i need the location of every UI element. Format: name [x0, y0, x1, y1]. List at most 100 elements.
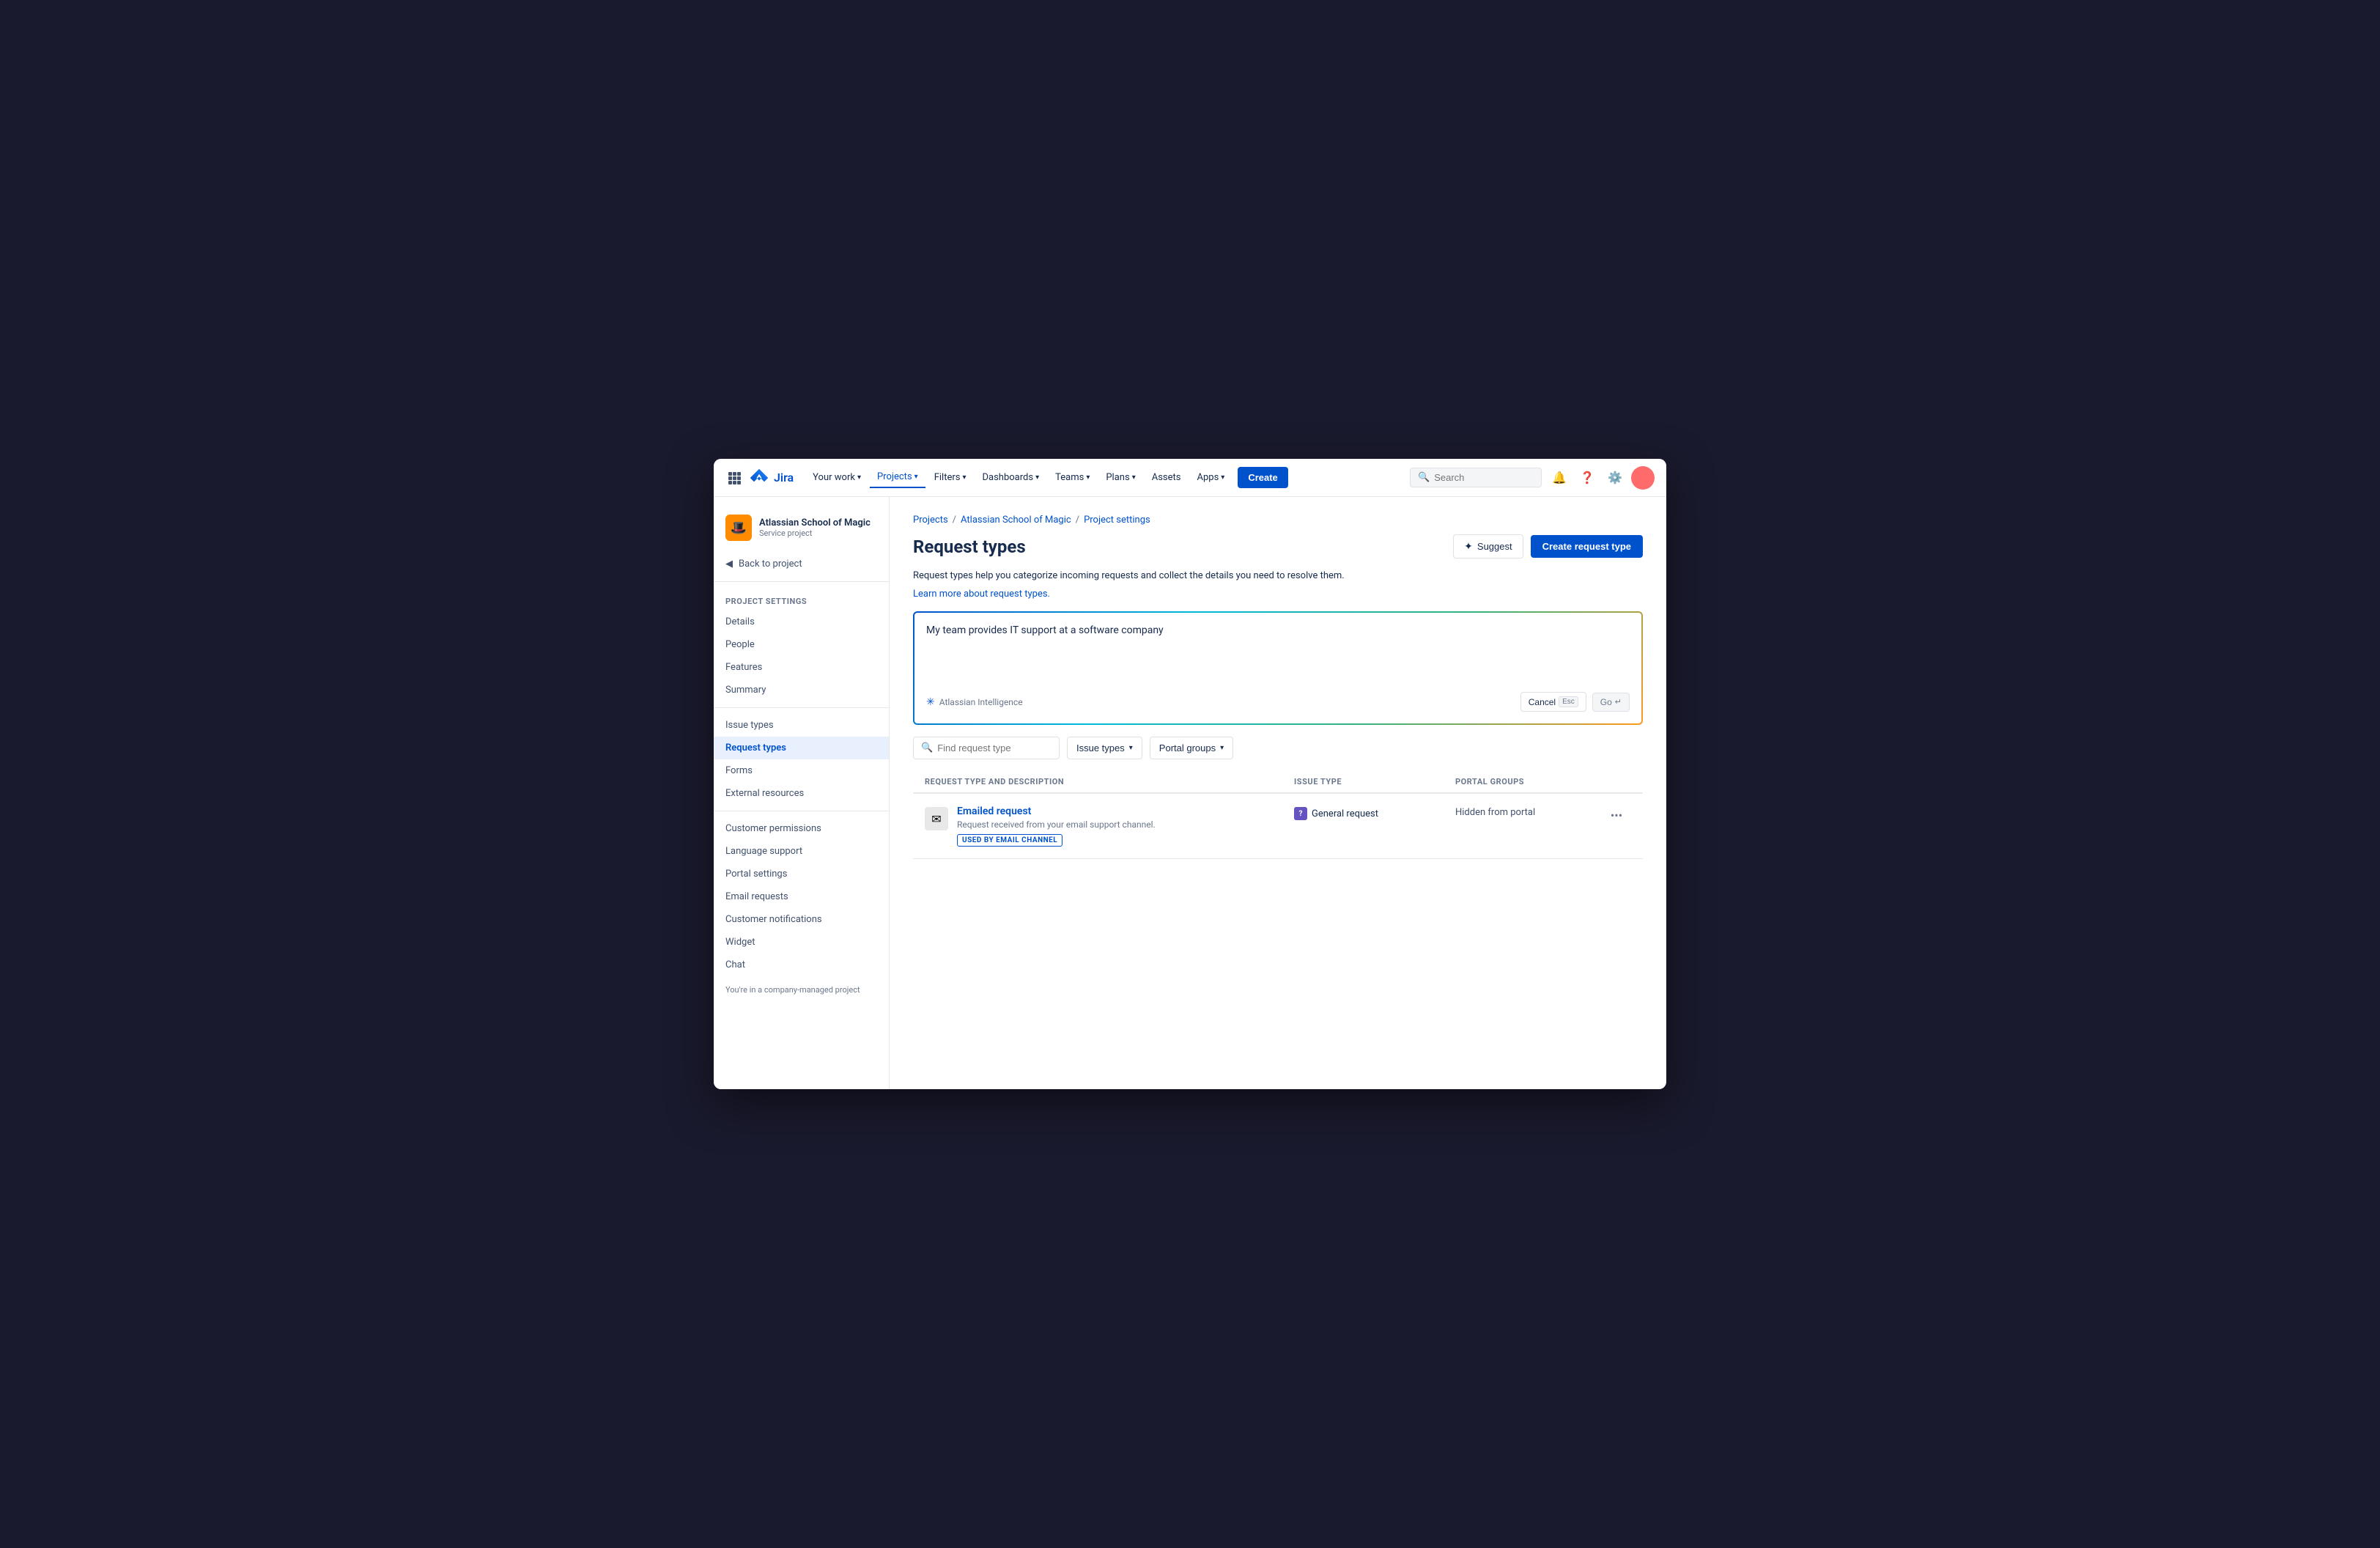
- ai-spinner-icon: ✳: [926, 696, 935, 708]
- email-channel-badge: USED BY EMAIL CHANNEL: [957, 834, 1062, 847]
- request-type-description: Request received from your email support…: [957, 819, 1156, 830]
- chevron-down-icon: ▾: [914, 473, 918, 481]
- search-icon: 🔍: [1418, 472, 1430, 483]
- sidebar-item-customer-notifications[interactable]: Customer notifications: [714, 908, 889, 931]
- portal-groups-dropdown[interactable]: Portal groups ▾: [1150, 737, 1233, 759]
- esc-badge: Esc: [1559, 696, 1578, 707]
- search-icon: 🔍: [921, 742, 933, 753]
- find-request-type-input[interactable]: [937, 742, 1052, 753]
- sidebar-divider: [714, 581, 889, 582]
- search-input[interactable]: [1434, 472, 1534, 483]
- table-row: ✉ Emailed request Request received from …: [913, 794, 1643, 859]
- page-header: Request types ✦ Suggest Create request t…: [913, 534, 1643, 559]
- back-arrow-icon: ◀: [725, 559, 733, 570]
- request-type-info: Emailed request Request received from yo…: [957, 806, 1156, 847]
- sidebar-divider-2: [714, 707, 889, 708]
- request-type-name[interactable]: Emailed request: [957, 806, 1156, 817]
- chevron-down-icon: ▾: [1035, 473, 1039, 482]
- go-button[interactable]: Go ↵: [1592, 693, 1630, 712]
- global-search[interactable]: 🔍: [1410, 468, 1542, 487]
- main-layout: 🎩 Atlassian School of Magic Service proj…: [714, 497, 1666, 1089]
- portal-groups-cell: Hidden from portal: [1455, 806, 1602, 818]
- nav-plans[interactable]: Plans ▾: [1098, 468, 1142, 487]
- project-info: Atlassian School of Magic Service projec…: [759, 517, 871, 538]
- sidebar-item-summary[interactable]: Summary: [714, 679, 889, 701]
- chevron-down-icon: ▾: [1220, 744, 1224, 752]
- jira-logo[interactable]: Jira: [749, 468, 794, 488]
- filters-row: 🔍 Issue types ▾ Portal groups ▾: [913, 737, 1643, 759]
- sidebar-item-email-requests[interactable]: Email requests: [714, 885, 889, 908]
- top-navigation: Jira Your work ▾ Projects ▾ Filters ▾ Da…: [714, 459, 1666, 497]
- page-header-actions: ✦ Suggest Create request type: [1453, 534, 1643, 559]
- sidebar-item-issue-types[interactable]: Issue types: [714, 714, 889, 737]
- sidebar-item-widget[interactable]: Widget: [714, 931, 889, 954]
- app-window: Jira Your work ▾ Projects ▾ Filters ▾ Da…: [714, 459, 1666, 1089]
- sidebar-project: 🎩 Atlassian School of Magic Service proj…: [714, 509, 889, 553]
- chevron-down-icon: ▾: [1221, 473, 1224, 482]
- main-navigation: Your work ▾ Projects ▾ Filters ▾ Dashboa…: [805, 467, 1232, 488]
- breadcrumb: Projects / Atlassian School of Magic / P…: [913, 515, 1643, 526]
- help-icon[interactable]: ❓: [1575, 466, 1599, 490]
- ai-label: ✳ Atlassian Intelligence: [926, 696, 1023, 708]
- nav-assets[interactable]: Assets: [1145, 468, 1189, 487]
- issue-types-dropdown[interactable]: Issue types ▾: [1067, 737, 1142, 759]
- suggest-button[interactable]: ✦ Suggest: [1453, 534, 1523, 559]
- sidebar-item-portal-settings[interactable]: Portal settings: [714, 863, 889, 885]
- sidebar-item-external-resources[interactable]: External resources: [714, 782, 889, 805]
- request-type-search[interactable]: 🔍: [913, 737, 1060, 759]
- cancel-button[interactable]: Cancel Esc: [1520, 692, 1586, 712]
- chevron-down-icon: ▾: [857, 473, 861, 482]
- learn-more-link[interactable]: Learn more about request types.: [913, 589, 1050, 600]
- request-type-icon: ✉: [925, 807, 948, 830]
- suggest-star-icon: ✦: [1464, 540, 1473, 553]
- ai-actions: Cancel Esc Go ↵: [1520, 692, 1630, 712]
- nav-apps[interactable]: Apps ▾: [1189, 468, 1232, 487]
- breadcrumb-projects[interactable]: Projects: [913, 515, 948, 526]
- main-content: Projects / Atlassian School of Magic / P…: [890, 497, 1666, 1089]
- nav-teams[interactable]: Teams ▾: [1048, 468, 1097, 487]
- issue-type-icon: ?: [1294, 807, 1307, 820]
- grid-icon[interactable]: [725, 469, 743, 487]
- create-button[interactable]: Create: [1238, 467, 1287, 488]
- nav-dashboards[interactable]: Dashboards ▾: [975, 468, 1047, 487]
- sidebar-footer: You're in a company-managed project: [714, 976, 889, 1003]
- sidebar: 🎩 Atlassian School of Magic Service proj…: [714, 497, 890, 1089]
- chevron-down-icon: ▾: [962, 473, 966, 482]
- more-actions-button[interactable]: •••: [1602, 806, 1631, 822]
- sidebar-item-request-types[interactable]: Request types: [714, 737, 889, 759]
- ai-prompt-textarea[interactable]: My team provides IT support at a softwar…: [926, 624, 1630, 683]
- notifications-icon[interactable]: 🔔: [1548, 466, 1571, 490]
- breadcrumb-sep-1: /: [953, 515, 956, 526]
- sidebar-section-header: Project settings: [714, 588, 889, 611]
- nav-filters[interactable]: Filters ▾: [927, 468, 974, 487]
- ai-prompt-footer: ✳ Atlassian Intelligence Cancel Esc Go ↵: [926, 692, 1630, 712]
- breadcrumb-project-settings[interactable]: Project settings: [1084, 515, 1150, 526]
- topnav-icon-group: 🔔 ❓ ⚙️: [1548, 466, 1655, 490]
- project-icon: 🎩: [725, 515, 752, 541]
- sidebar-item-language-support[interactable]: Language support: [714, 840, 889, 863]
- create-request-type-button[interactable]: Create request type: [1531, 535, 1643, 558]
- sidebar-item-forms[interactable]: Forms: [714, 759, 889, 782]
- back-to-project[interactable]: ◀ Back to project: [714, 553, 889, 575]
- chevron-down-icon: ▾: [1132, 473, 1136, 482]
- user-avatar[interactable]: [1631, 466, 1655, 490]
- nav-your-work[interactable]: Your work ▾: [805, 468, 868, 487]
- request-type-cell: ✉ Emailed request Request received from …: [925, 806, 1294, 847]
- sidebar-item-details[interactable]: Details: [714, 611, 889, 633]
- page-title: Request types: [913, 537, 1026, 557]
- table-header: Request type and description Issue type …: [913, 771, 1643, 794]
- settings-icon[interactable]: ⚙️: [1603, 466, 1627, 490]
- breadcrumb-project[interactable]: Atlassian School of Magic: [961, 515, 1071, 526]
- issue-type-cell: ? General request: [1294, 806, 1455, 820]
- page-description: Request types help you categorize incomi…: [913, 570, 1643, 581]
- sidebar-item-chat[interactable]: Chat: [714, 954, 889, 976]
- sidebar-item-features[interactable]: Features: [714, 656, 889, 679]
- ai-prompt-box: My team provides IT support at a softwar…: [913, 611, 1643, 725]
- chevron-down-icon: ▾: [1086, 473, 1090, 482]
- sidebar-item-customer-permissions[interactable]: Customer permissions: [714, 817, 889, 840]
- nav-projects[interactable]: Projects ▾: [870, 467, 925, 488]
- breadcrumb-sep-2: /: [1076, 515, 1079, 526]
- sidebar-item-people[interactable]: People: [714, 633, 889, 656]
- enter-icon: ↵: [1615, 697, 1622, 707]
- chevron-down-icon: ▾: [1129, 744, 1133, 752]
